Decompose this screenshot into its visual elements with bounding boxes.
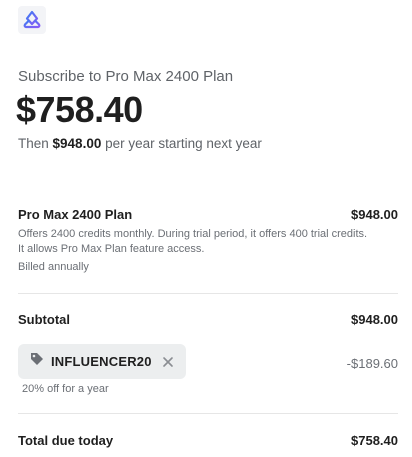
subtotal-row: Subtotal $948.00 xyxy=(18,312,398,327)
renewal-amount: $948.00 xyxy=(52,136,102,151)
billing-interval: Billed annually xyxy=(18,261,89,273)
line-item-name: Pro Max 2400 Plan xyxy=(18,207,133,222)
line-item-row: Pro Max 2400 Plan $948.00 xyxy=(18,207,398,222)
discount-amount: -$189.60 xyxy=(346,356,398,371)
promo-code-chip: INFLUENCER20 xyxy=(18,344,186,379)
close-icon[interactable] xyxy=(160,354,176,370)
renewal-prefix: Then xyxy=(18,136,53,151)
brand-logo-icon xyxy=(18,6,46,34)
promo-note: 20% off for a year xyxy=(22,383,109,395)
tag-icon xyxy=(30,352,44,371)
due-price: $758.40 xyxy=(16,89,143,130)
subtotal-label: Subtotal xyxy=(18,312,70,327)
promo-code-text: INFLUENCER20 xyxy=(51,354,152,369)
line-item-description: Offers 2400 credits monthly. During tria… xyxy=(18,228,368,255)
checkout-summary: Subscribe to Pro Max 2400 Plan $758.40 T… xyxy=(0,0,412,457)
total-amount: $758.40 xyxy=(351,433,398,448)
renewal-suffix: per year starting next year xyxy=(101,136,262,151)
total-row: Total due today $758.40 xyxy=(18,433,398,448)
renewal-note: Then $948.00 per year starting next year xyxy=(18,136,262,151)
line-item-amount: $948.00 xyxy=(351,207,398,222)
subtotal-amount: $948.00 xyxy=(351,312,398,327)
divider xyxy=(18,293,398,294)
subscribe-title: Subscribe to Pro Max 2400 Plan xyxy=(18,68,234,85)
divider xyxy=(18,413,398,414)
total-label: Total due today xyxy=(18,433,114,448)
